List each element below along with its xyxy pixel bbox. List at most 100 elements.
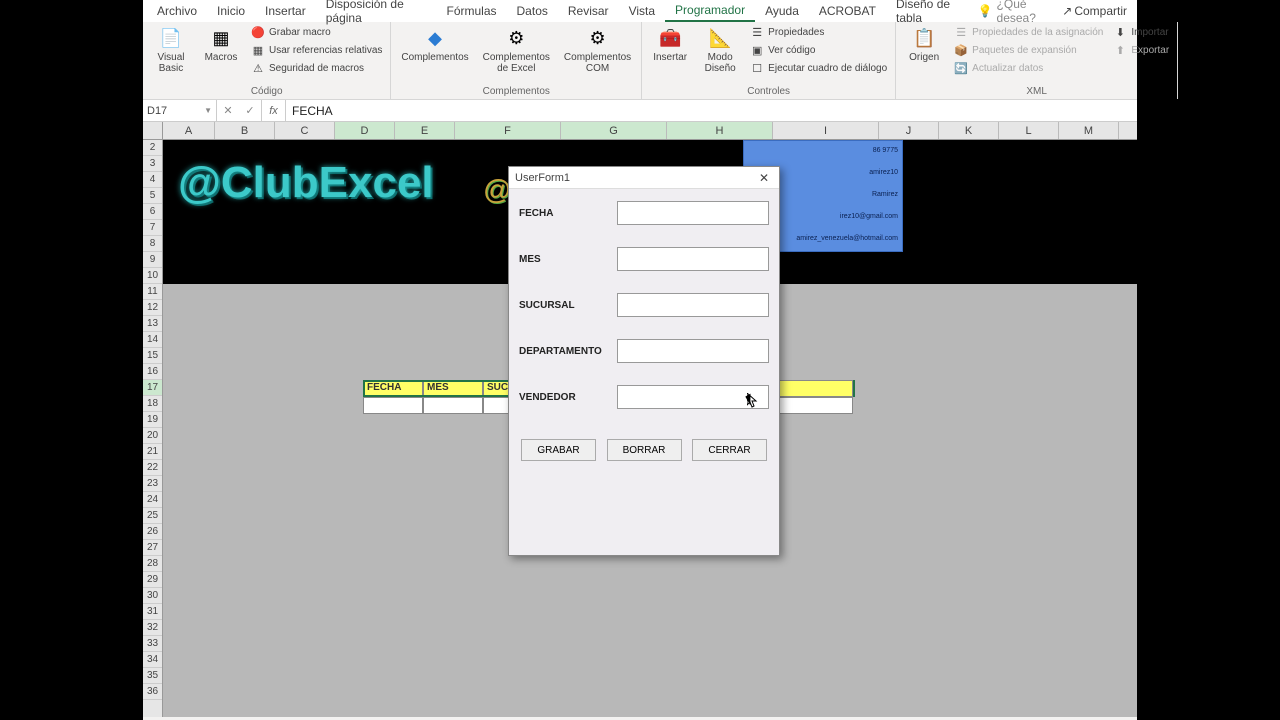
fx-icon[interactable]: fx: [262, 100, 286, 121]
col-header-F[interactable]: F: [455, 122, 561, 139]
menu-formulas[interactable]: Fórmulas: [437, 1, 507, 21]
menu-insertar[interactable]: Insertar: [255, 1, 316, 21]
view-code-button[interactable]: ▣Ver código: [748, 42, 889, 58]
col-header-E[interactable]: E: [395, 122, 455, 139]
row-header-11[interactable]: 11: [143, 284, 162, 300]
row-header-27[interactable]: 27: [143, 540, 162, 556]
table-header-fecha[interactable]: FECHA: [363, 380, 423, 397]
menu-archivo[interactable]: Archivo: [147, 1, 207, 21]
table-cell[interactable]: [363, 397, 423, 414]
grabar-button[interactable]: GRABAR: [521, 439, 596, 461]
row-header-15[interactable]: 15: [143, 348, 162, 364]
menu-acrobat[interactable]: ACROBAT: [809, 1, 886, 21]
design-mode-button[interactable]: 📐 Modo Diseño: [698, 24, 742, 76]
select-all-corner[interactable]: [143, 122, 163, 139]
input-departamento[interactable]: [617, 339, 769, 363]
row-header-18[interactable]: 18: [143, 396, 162, 412]
col-header-I[interactable]: I: [773, 122, 879, 139]
row-header-23[interactable]: 23: [143, 476, 162, 492]
properties-button[interactable]: ☰Propiedades: [748, 24, 889, 40]
field-sucursal: SUCURSAL: [519, 293, 769, 317]
userform-titlebar[interactable]: UserForm1 ✕: [509, 167, 779, 189]
col-header-D[interactable]: D: [335, 122, 395, 139]
row-header-19[interactable]: 19: [143, 412, 162, 428]
input-sucursal[interactable]: [617, 293, 769, 317]
table-cell[interactable]: [423, 397, 483, 414]
col-header-L[interactable]: L: [999, 122, 1059, 139]
refresh-data-button[interactable]: 🔄Actualizar datos: [952, 60, 1105, 76]
row-header-7[interactable]: 7: [143, 220, 162, 236]
row-header-33[interactable]: 33: [143, 636, 162, 652]
row-header-35[interactable]: 35: [143, 668, 162, 684]
name-box[interactable]: D17 ▼: [143, 100, 217, 121]
com-addins-button[interactable]: ⚙ Complementos COM: [560, 24, 635, 76]
map-properties-button[interactable]: ☰Propiedades de la asignación: [952, 24, 1105, 40]
excel-addins-button[interactable]: ⚙ Complementos de Excel: [479, 24, 554, 76]
expansion-packs-button[interactable]: 📦Paquetes de expansión: [952, 42, 1105, 58]
row-header-3[interactable]: 3: [143, 156, 162, 172]
input-mes[interactable]: [617, 247, 769, 271]
menu-revisar[interactable]: Revisar: [558, 1, 619, 21]
row-header-32[interactable]: 32: [143, 620, 162, 636]
col-header-H[interactable]: H: [667, 122, 773, 139]
cancel-formula-button[interactable]: ✕: [217, 104, 239, 117]
row-header-2[interactable]: 2: [143, 140, 162, 156]
addins-button[interactable]: ◆ Complementos: [397, 24, 472, 65]
insert-control-button[interactable]: 🧰 Insertar: [648, 24, 692, 65]
row-header-25[interactable]: 25: [143, 508, 162, 524]
formula-bar[interactable]: FECHA: [286, 100, 1137, 121]
col-header-C[interactable]: C: [275, 122, 335, 139]
row-header-16[interactable]: 16: [143, 364, 162, 380]
input-fecha[interactable]: [617, 201, 769, 225]
macro-security-button[interactable]: ⚠Seguridad de macros: [249, 60, 384, 76]
label-departamento: DEPARTAMENTO: [519, 346, 617, 357]
row-header-20[interactable]: 20: [143, 428, 162, 444]
row-header-10[interactable]: 10: [143, 268, 162, 284]
input-vendedor[interactable]: [617, 385, 769, 409]
col-header-B[interactable]: B: [215, 122, 275, 139]
close-button[interactable]: ✕: [755, 169, 773, 187]
borrar-button[interactable]: BORRAR: [607, 439, 682, 461]
visual-basic-button[interactable]: 📄 Visual Basic: [149, 24, 193, 76]
row-header-29[interactable]: 29: [143, 572, 162, 588]
row-header-31[interactable]: 31: [143, 604, 162, 620]
menu-programador[interactable]: Programador: [665, 0, 755, 22]
row-header-4[interactable]: 4: [143, 172, 162, 188]
row-header-24[interactable]: 24: [143, 492, 162, 508]
share-button[interactable]: ↗ Compartir: [1056, 1, 1133, 21]
row-header-17[interactable]: 17: [143, 380, 162, 396]
record-macro-button[interactable]: 🔴Grabar macro: [249, 24, 384, 40]
xml-import-button[interactable]: ⬇Importar: [1111, 24, 1171, 40]
row-header-22[interactable]: 22: [143, 460, 162, 476]
macros-button[interactable]: ▦ Macros: [199, 24, 243, 65]
row-header-21[interactable]: 21: [143, 444, 162, 460]
col-header-M[interactable]: M: [1059, 122, 1119, 139]
row-header-34[interactable]: 34: [143, 652, 162, 668]
menu-datos[interactable]: Datos: [507, 1, 558, 21]
table-header-mes[interactable]: MES: [423, 380, 483, 397]
menu-inicio[interactable]: Inicio: [207, 1, 255, 21]
row-header-5[interactable]: 5: [143, 188, 162, 204]
row-header-36[interactable]: 36: [143, 684, 162, 700]
cerrar-button[interactable]: CERRAR: [692, 439, 767, 461]
row-header-14[interactable]: 14: [143, 332, 162, 348]
col-header-G[interactable]: G: [561, 122, 667, 139]
col-header-J[interactable]: J: [879, 122, 939, 139]
accept-formula-button[interactable]: ✓: [239, 104, 261, 117]
row-header-30[interactable]: 30: [143, 588, 162, 604]
row-header-9[interactable]: 9: [143, 252, 162, 268]
xml-export-button[interactable]: ⬆Exportar: [1111, 42, 1171, 58]
row-header-6[interactable]: 6: [143, 204, 162, 220]
row-header-12[interactable]: 12: [143, 300, 162, 316]
relative-refs-button[interactable]: ▦Usar referencias relativas: [249, 42, 384, 58]
menu-ayuda[interactable]: Ayuda: [755, 1, 809, 21]
col-header-A[interactable]: A: [163, 122, 215, 139]
row-header-13[interactable]: 13: [143, 316, 162, 332]
xml-source-button[interactable]: 📋 Origen: [902, 24, 946, 65]
row-header-8[interactable]: 8: [143, 236, 162, 252]
row-header-28[interactable]: 28: [143, 556, 162, 572]
run-dialog-button[interactable]: ☐Ejecutar cuadro de diálogo: [748, 60, 889, 76]
menu-vista[interactable]: Vista: [619, 1, 665, 21]
row-header-26[interactable]: 26: [143, 524, 162, 540]
col-header-K[interactable]: K: [939, 122, 999, 139]
